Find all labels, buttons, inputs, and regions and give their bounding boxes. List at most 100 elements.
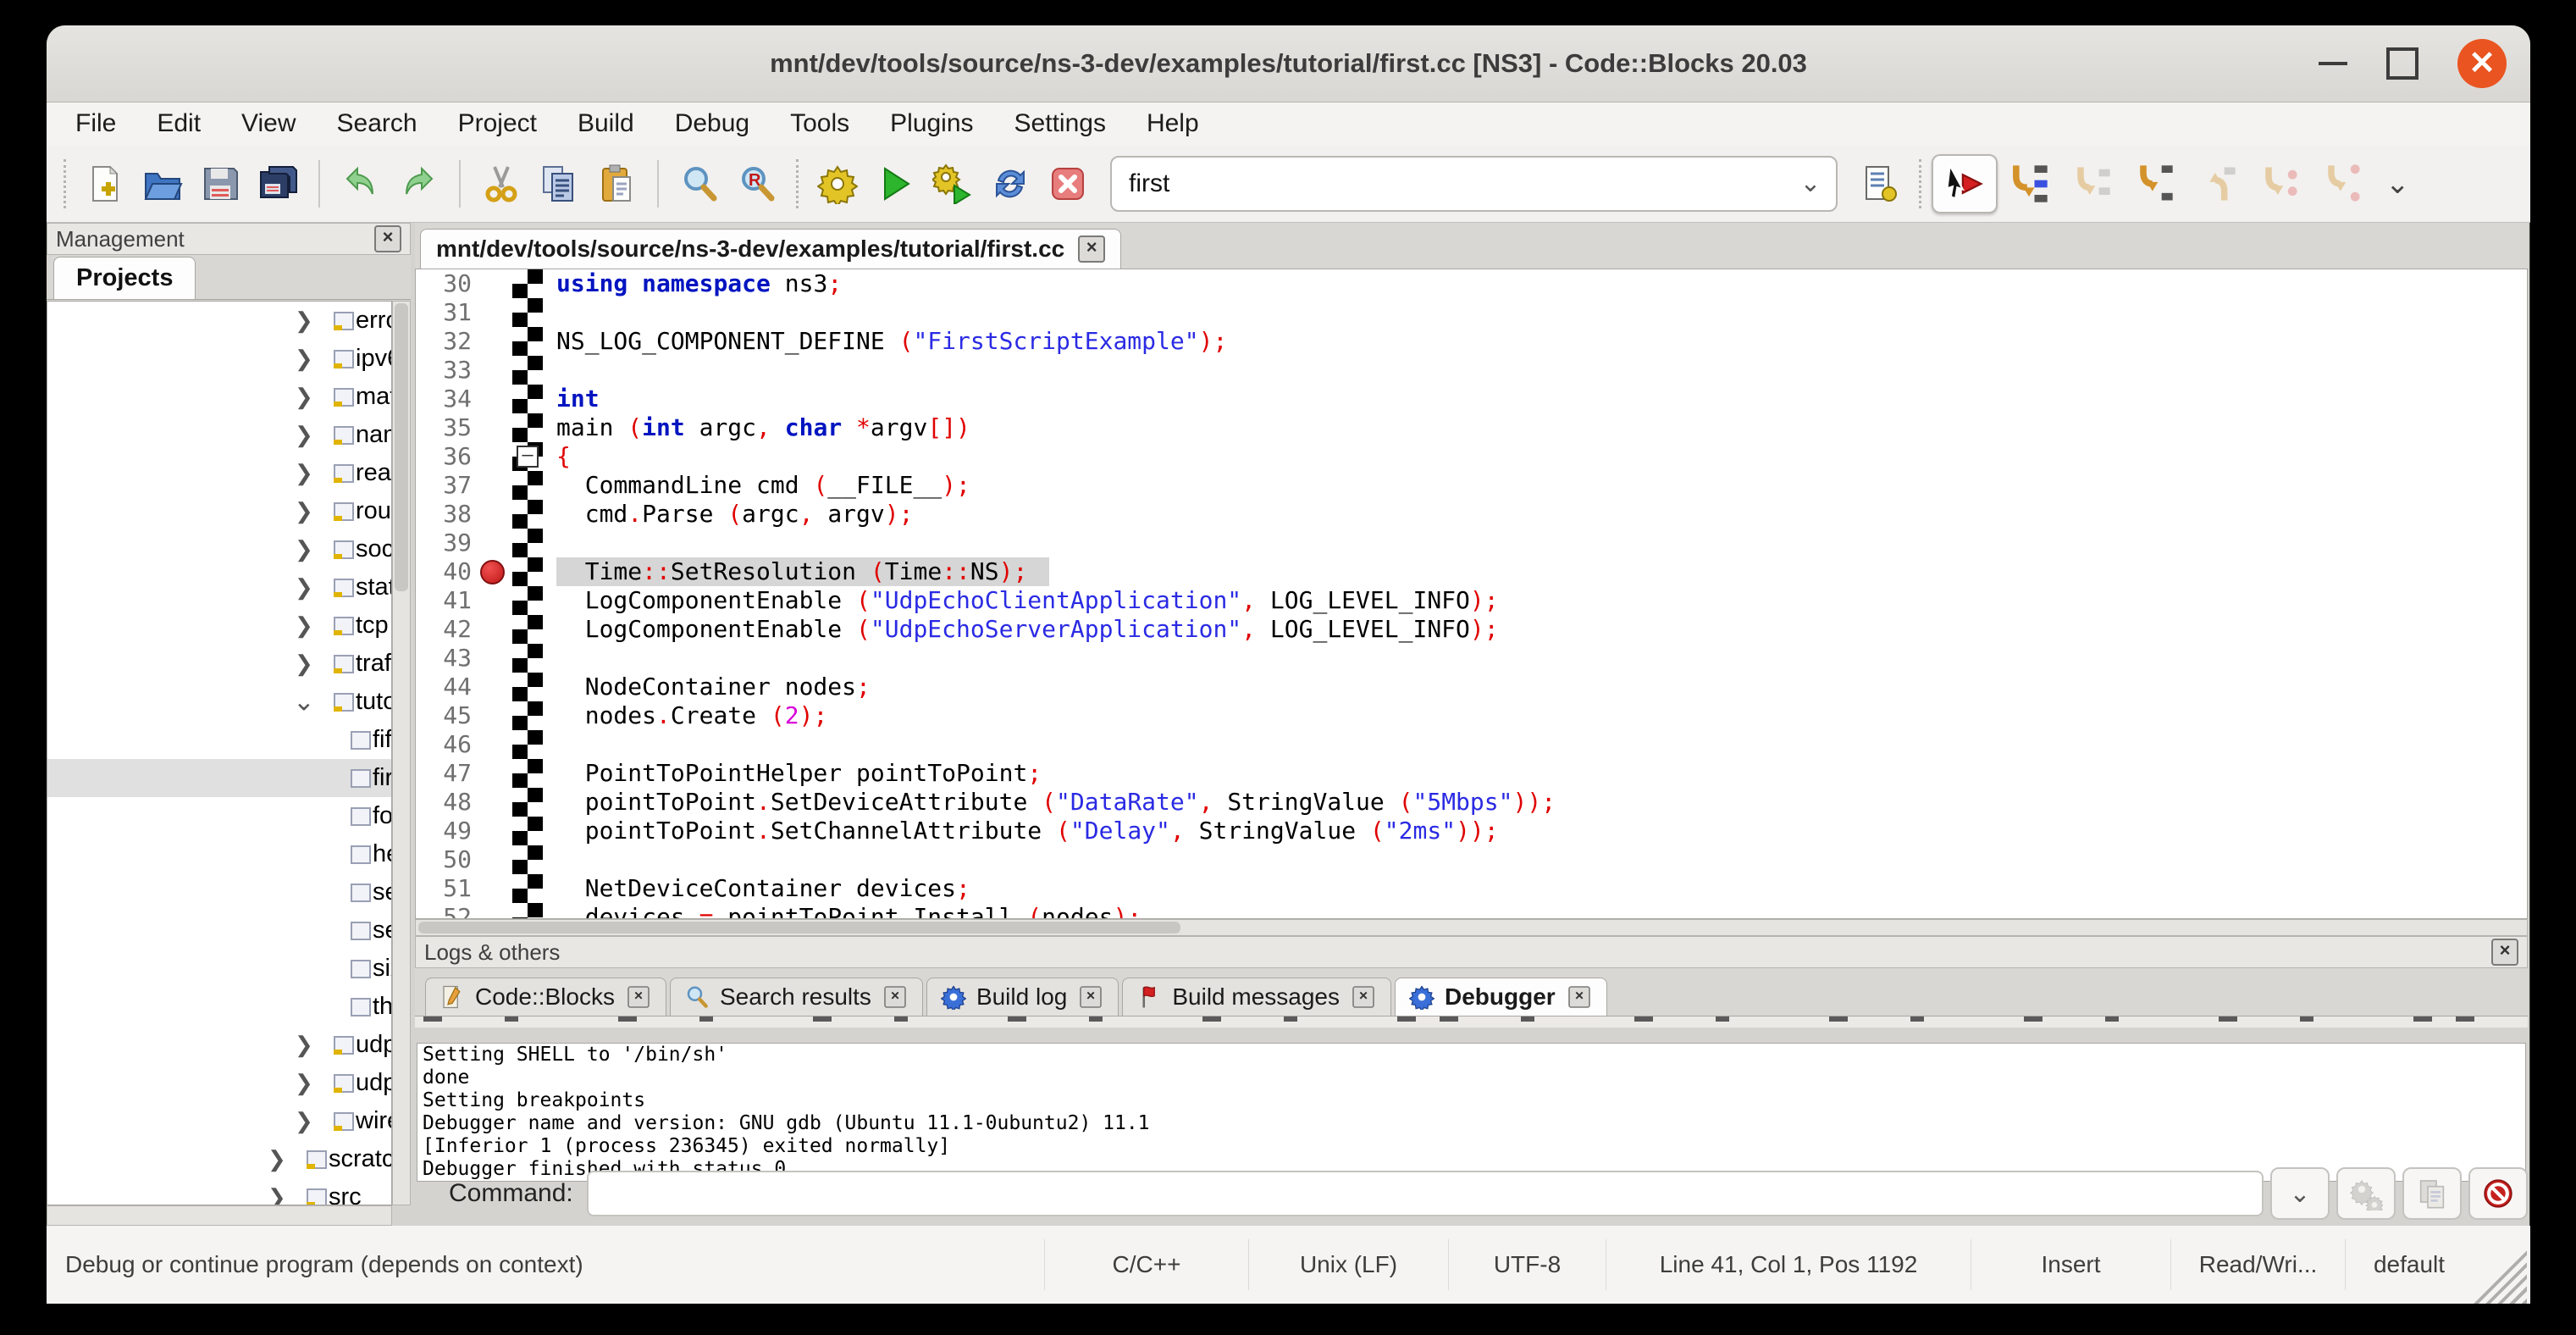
chevron-right-icon[interactable]: ❯: [295, 612, 313, 639]
tree-item-udp-[interactable]: ❯udp-: [47, 1064, 391, 1102]
step-out-button[interactable]: [2186, 156, 2248, 212]
breakpoint-margin[interactable]: [477, 385, 512, 413]
menu-project[interactable]: Project: [438, 109, 557, 138]
chevron-right-icon[interactable]: ❯: [295, 574, 313, 601]
breakpoint-margin[interactable]: [477, 730, 512, 759]
maximize-icon[interactable]: [2386, 47, 2418, 80]
breakpoint-margin[interactable]: [477, 817, 512, 845]
chevron-right-icon[interactable]: ❯: [295, 498, 313, 524]
tree-item-src[interactable]: ❯src: [47, 1178, 391, 1205]
tree-item-tcp[interactable]: ❯tcp: [47, 607, 391, 645]
breakpoint-margin[interactable]: [477, 356, 512, 385]
breakpoint-margin[interactable]: [477, 759, 512, 788]
breakpoint-margin[interactable]: [477, 557, 512, 586]
chevron-right-icon[interactable]: ❯: [295, 1108, 313, 1134]
target-list-button[interactable]: [1851, 155, 1909, 213]
replace-button[interactable]: R: [728, 155, 786, 213]
search-target-combobox[interactable]: first⌄: [1110, 156, 1838, 212]
rebuild-button[interactable]: [981, 155, 1039, 213]
log-tab-close-icon[interactable]: ×: [1081, 986, 1103, 1008]
chevron-right-icon[interactable]: ❯: [295, 651, 313, 677]
breakpoint-margin[interactable]: [477, 327, 512, 356]
save-all-button[interactable]: [249, 155, 307, 213]
tab-projects[interactable]: Projects: [53, 257, 196, 299]
run-to-cursor-button[interactable]: [1998, 156, 2060, 212]
breakpoint-icon[interactable]: [480, 560, 505, 584]
tree-item-udp[interactable]: ❯udp: [47, 1026, 391, 1064]
tree-item-th[interactable]: th: [47, 988, 391, 1026]
tree-item-se[interactable]: se: [47, 911, 391, 950]
breakpoint-margin[interactable]: [477, 298, 512, 327]
open-file-button[interactable]: [134, 155, 191, 213]
tree-item-six[interactable]: six: [47, 950, 391, 988]
breakpoint-margin[interactable]: [477, 269, 512, 298]
chevron-right-icon[interactable]: ❯: [295, 1032, 313, 1058]
breakpoint-margin[interactable]: [477, 845, 512, 874]
breakpoint-margin[interactable]: [477, 874, 512, 903]
breakpoint-margin[interactable]: [477, 529, 512, 557]
management-close-icon[interactable]: ×: [374, 225, 401, 252]
menu-build[interactable]: Build: [557, 109, 655, 138]
new-file-button[interactable]: [76, 155, 134, 213]
tree-item-tuto[interactable]: ⌄tuto: [47, 683, 391, 721]
breakpoint-margin[interactable]: [477, 413, 512, 442]
menu-plugins[interactable]: Plugins: [870, 109, 993, 138]
tree-item-fir[interactable]: fir: [47, 759, 391, 797]
next-instruction-button[interactable]: [2248, 156, 2311, 212]
copy-button[interactable]: [530, 155, 588, 213]
undo-button[interactable]: [332, 155, 390, 213]
chevron-right-icon[interactable]: ❯: [295, 384, 313, 410]
tree-item-scratch[interactable]: ❯scratch: [47, 1140, 391, 1178]
command-dropdown-button[interactable]: ⌄: [2270, 1167, 2330, 1220]
stop-debugger-button[interactable]: [2468, 1167, 2528, 1220]
tree-item-se[interactable]: se: [47, 873, 391, 911]
chevron-right-icon[interactable]: ❯: [295, 422, 313, 448]
log-tab-close-icon[interactable]: ×: [1568, 986, 1590, 1008]
tree-item-sock[interactable]: ❯sock: [47, 530, 391, 568]
breakpoint-margin[interactable]: [477, 701, 512, 730]
editor-horizontal-scrollbar[interactable]: [415, 919, 2528, 936]
debug-continue-button[interactable]: [1932, 154, 1998, 213]
tree-item-wire[interactable]: ❯wire: [47, 1102, 391, 1140]
chevron-right-icon[interactable]: ❯: [295, 307, 313, 334]
chevron-right-icon[interactable]: ❯: [295, 346, 313, 372]
cut-button[interactable]: [473, 155, 530, 213]
breakpoint-margin[interactable]: [477, 788, 512, 817]
tree-item-rout[interactable]: ❯rout: [47, 492, 391, 530]
log-tab-debugger[interactable]: Debugger×: [1395, 978, 1607, 1016]
project-tree[interactable]: ❯erro❯ipv6❯mat❯nam❯real❯rout❯sock❯stat❯t…: [47, 301, 392, 1205]
tree-vertical-scrollbar[interactable]: [392, 301, 411, 1205]
log-tab-build-messages[interactable]: Build messages×: [1122, 978, 1391, 1016]
chevron-down-icon[interactable]: ⌄: [293, 686, 315, 717]
breakpoint-margin[interactable]: [477, 673, 512, 701]
save-button[interactable]: [191, 155, 249, 213]
tree-item-mat[interactable]: ❯mat: [47, 378, 391, 416]
menu-help[interactable]: Help: [1126, 109, 1219, 138]
tree-item-fif[interactable]: fif: [47, 721, 391, 759]
fold-collapse-icon[interactable]: –: [517, 446, 539, 468]
close-icon[interactable]: ✕: [2457, 39, 2507, 88]
chevron-right-icon[interactable]: ❯: [295, 460, 313, 486]
step-into-instruction-button[interactable]: [2311, 156, 2374, 212]
tree-item-stat[interactable]: ❯stat: [47, 568, 391, 607]
chevron-right-icon[interactable]: ❯: [295, 1070, 313, 1096]
menu-debug[interactable]: Debug: [655, 109, 770, 138]
menu-view[interactable]: View: [221, 109, 316, 138]
titlebar[interactable]: mnt/dev/tools/source/ns-3-dev/examples/t…: [47, 25, 2530, 102]
log-tab-close-icon[interactable]: ×: [627, 986, 650, 1008]
menu-search[interactable]: Search: [317, 109, 438, 138]
tree-item-erro[interactable]: ❯erro: [47, 302, 391, 340]
menu-file[interactable]: File: [55, 109, 136, 138]
minimize-icon[interactable]: [2319, 62, 2347, 65]
log-tab-close-icon[interactable]: ×: [884, 986, 906, 1008]
combo-chevron-down-icon[interactable]: ⌄: [1785, 169, 1836, 198]
code-editor[interactable]: 30using namespace ns3;3132NS_LOG_COMPONE…: [415, 269, 2528, 919]
find-button[interactable]: [671, 155, 728, 213]
menu-tools[interactable]: Tools: [770, 109, 870, 138]
step-into-button[interactable]: [2123, 156, 2186, 212]
breakpoint-margin[interactable]: [477, 442, 512, 471]
tree-horizontal-scrollbar[interactable]: [47, 1205, 392, 1226]
abort-button[interactable]: [1039, 155, 1097, 213]
debug-toolbar-overflow-chevron-icon[interactable]: ⌄: [2374, 167, 2422, 201]
breakpoint-margin[interactable]: [477, 615, 512, 644]
